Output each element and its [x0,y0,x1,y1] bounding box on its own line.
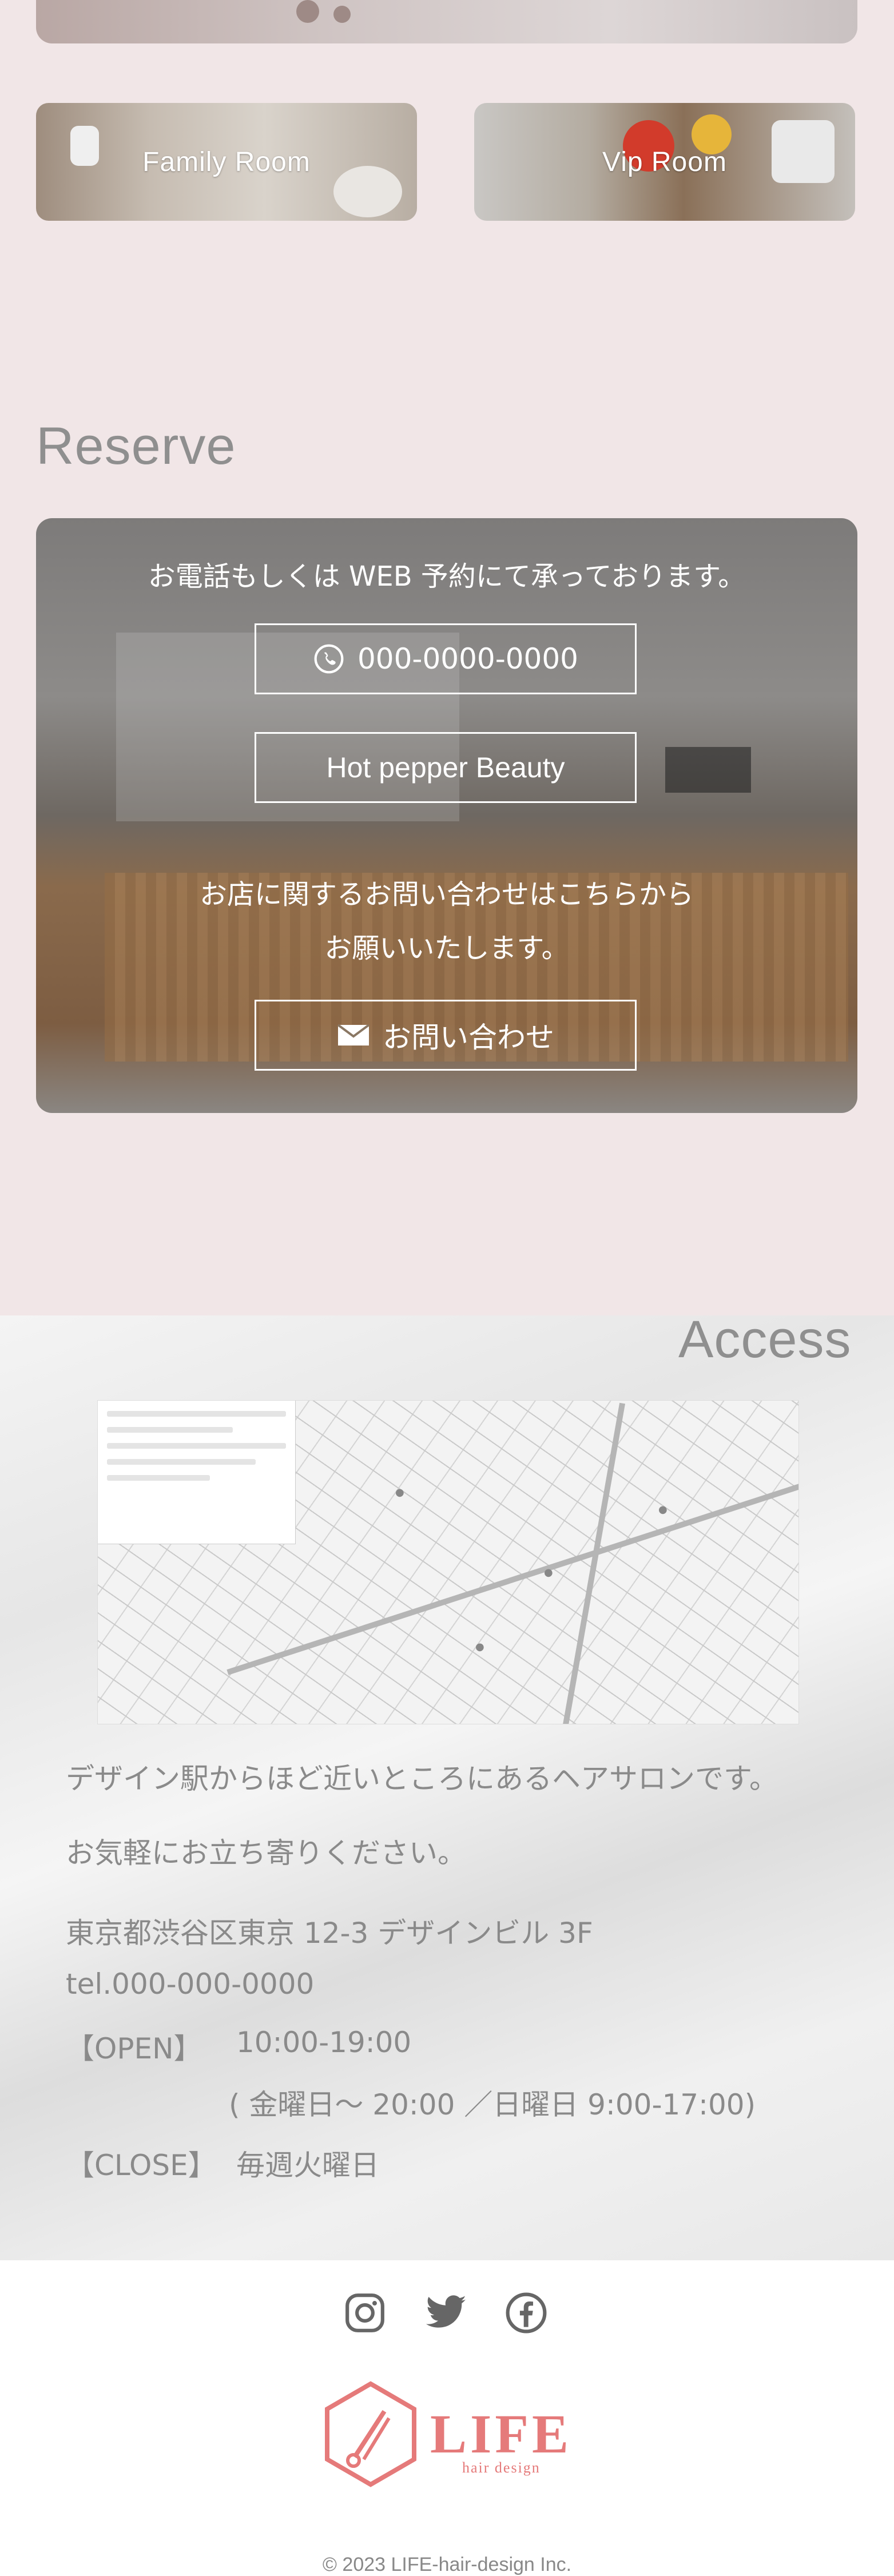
copyright: © 2023 LIFE-hair-design Inc. [322,2554,572,2575]
facebook-icon[interactable] [503,2290,549,2336]
logo[interactable] [313,2377,428,2491]
open-note: ( 金曜日～ 20:00 ／日曜日 9:00-17:00) [229,2088,756,2121]
reserve-card: お電話もしくは WEB 予約にて承っております。 000-0000-0000 H… [36,518,857,1113]
logo-name: LIFE [430,2403,573,2464]
map-pin-icon: ● [395,1486,404,1498]
reserve-heading: Reserve [36,417,236,475]
map-search-panel[interactable] [98,1401,296,1544]
open-hours: 10:00-19:00 [236,2026,412,2059]
mail-icon [337,1024,370,1047]
vip-room-card[interactable]: Vip Room [474,103,855,221]
hotpepper-label: Hot pepper Beauty [326,752,565,784]
map-pin-icon: ● [544,1567,553,1579]
map-pin-icon: ● [658,1504,667,1516]
logo-hexagon-icon [325,2381,416,2487]
card-background-tv [665,747,751,793]
family-room-label: Family Room [142,146,311,177]
telephone: tel.000-000-0000 [66,1967,315,2001]
instagram-icon[interactable] [342,2290,388,2336]
open-label: 【OPEN】 [66,2032,202,2065]
phone-number: 000-0000-0000 [357,642,578,675]
map[interactable]: ● ● ● ● [97,1400,799,1724]
hotpepper-button[interactable]: Hot pepper Beauty [255,732,637,803]
close-label: 【CLOSE】 [66,2149,217,2182]
reserve-intro: お電話もしくは WEB 予約にて承っております。 [148,560,746,593]
family-room-card[interactable]: Family Room [36,103,417,221]
address: 東京都渋谷区東京 12-3 デザインビル 3F [66,1917,593,1950]
map-pin-icon: ● [475,1641,484,1653]
page: Family Room Vip Room Reserve お電話もしくは WEB… [0,0,894,2575]
phone-icon [313,643,345,675]
contact-label: お問い合わせ [383,1021,554,1054]
inquiry-text-2: お願いいたします。 [324,932,569,964]
phone-button[interactable]: 000-0000-0000 [255,623,637,694]
hero-image-bottom [36,0,857,43]
access-heading: Access [678,1310,852,1369]
contact-button[interactable]: お問い合わせ [255,1000,637,1071]
twitter-icon[interactable] [423,2290,469,2336]
inquiry-text-1: お店に関するお問い合わせはこちらから [199,878,694,911]
close-days: 毎週火曜日 [236,2149,379,2182]
vip-room-label: Vip Room [602,146,727,177]
logo-subtitle: hair design [462,2459,541,2476]
access-description-1: デザイン駅からほど近いところにあるヘアサロンです。 [66,1762,778,1795]
access-description-2: お気軽にお立ち寄りください。 [66,1836,466,1870]
